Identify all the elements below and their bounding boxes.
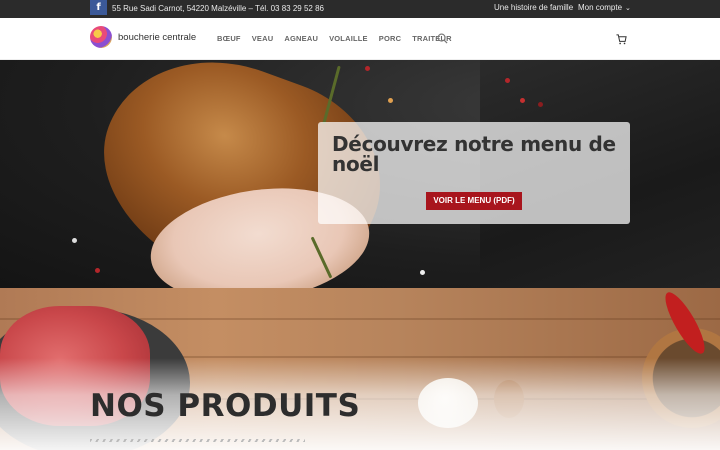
view-menu-button[interactable]: VOIR LE MENU (PDF) [426, 192, 522, 210]
peppercorn [538, 102, 543, 107]
products-title: NOS PRODUITS [90, 388, 361, 424]
facebook-icon[interactable]: f [90, 0, 107, 15]
peppercorn [420, 270, 425, 275]
hero-banner: Découvrez notre menu de noël VOIR LE MEN… [0, 60, 720, 288]
cart-icon[interactable] [616, 34, 627, 45]
peppercorn [365, 66, 370, 71]
search-icon[interactable] [437, 33, 448, 44]
facebook-glyph: f [96, 2, 101, 13]
nav-item-veau[interactable]: VEAU [252, 34, 274, 43]
peppercorn [72, 238, 77, 243]
account-menu[interactable]: Mon compte ⌄ [578, 3, 631, 12]
nav-item-porc[interactable]: PORC [379, 34, 401, 43]
nav-item-boeuf[interactable]: BŒUF [217, 34, 241, 43]
top-bar: f 55 Rue Sadi Carnot, 54220 Malzéville –… [0, 0, 720, 18]
title-divider [90, 439, 305, 442]
site-header: boucherie centrale BŒUF VEAU AGNEAU VOLA… [0, 18, 720, 60]
account-menu-label: Mon compte [578, 3, 623, 12]
chevron-down-icon: ⌄ [625, 5, 631, 12]
peppercorn [520, 98, 525, 103]
products-section: NOS PRODUITS [0, 288, 720, 450]
history-link[interactable]: Une histoire de famille [494, 3, 573, 12]
peppercorn [95, 268, 100, 273]
logo[interactable] [90, 26, 112, 48]
main-nav: BŒUF VEAU AGNEAU VOLAILLE PORC TRAITEUR [217, 34, 463, 43]
promo-title: Découvrez notre menu de noël [332, 132, 616, 176]
nav-item-volaille[interactable]: VOLAILLE [329, 34, 368, 43]
peppercorn [388, 98, 393, 103]
peppercorn [505, 78, 510, 83]
promo-box: Découvrez notre menu de noël VOIR LE MEN… [318, 122, 630, 224]
nav-item-agneau[interactable]: AGNEAU [284, 34, 318, 43]
store-address: 55 Rue Sadi Carnot, 54220 Malzéville – T… [112, 4, 324, 13]
brand-name[interactable]: boucherie centrale [118, 32, 196, 43]
